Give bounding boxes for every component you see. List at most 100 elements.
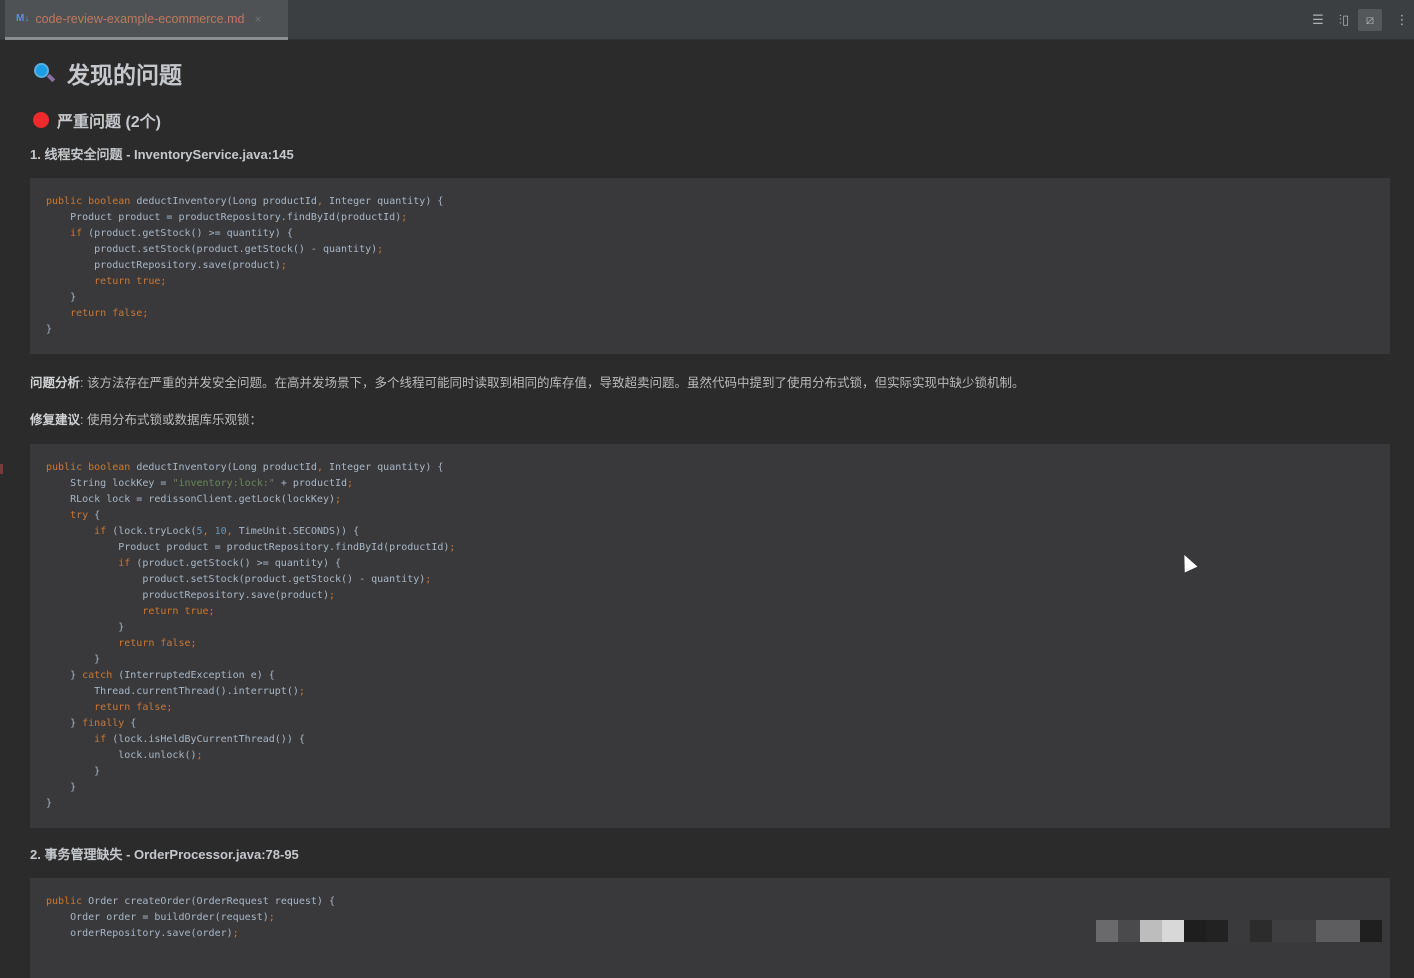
code-token: deductInventory(Long productId — [136, 462, 317, 473]
close-tab-icon[interactable]: × — [254, 12, 261, 26]
suggestion-text: : 使用分布式锁或数据库乐观锁： — [80, 413, 262, 427]
code-line: if (lock.tryLock(5, 10, TimeUnit.SECONDS… — [46, 524, 1374, 540]
code-token: TimeUnit.SECONDS)) { — [238, 526, 360, 537]
code-token: Integer quantity) { — [328, 462, 444, 473]
code-line: } — [46, 796, 1374, 812]
code-token: ; — [328, 590, 335, 601]
code-token: } — [46, 324, 53, 335]
code-token: } — [46, 766, 101, 777]
code-token: ; — [449, 542, 456, 553]
code-line: } catch (InterruptedException e) { — [46, 668, 1374, 684]
code-line: if (lock.isHeldByCurrentThread()) { — [46, 732, 1374, 748]
code-token: return true; — [46, 606, 215, 617]
code-token: } — [46, 654, 101, 665]
code-line: } — [46, 652, 1374, 668]
mosaic-tile — [1250, 920, 1272, 942]
code-token: if — [46, 558, 137, 569]
code-token: Product product = productRepository.find… — [46, 212, 402, 223]
code-token: lock.unlock() — [46, 750, 197, 761]
code-token: return false; — [46, 702, 173, 713]
code-token: try — [46, 510, 95, 521]
mosaic-tile — [1316, 920, 1338, 942]
code-token: if — [46, 228, 89, 239]
mosaic-tile — [1228, 920, 1250, 942]
code-token: } — [46, 292, 77, 303]
watermark-mosaic — [1096, 920, 1382, 942]
issue-title: 1. 线程安全问题 - InventoryService.java:145 — [30, 147, 294, 162]
code-token: Thread.currentThread().interrupt() — [46, 686, 299, 697]
code-token: (product.getStock() >= quantity) { — [136, 558, 342, 569]
suggestion-paragraph: 修复建议: 使用分布式锁或数据库乐观锁： — [30, 409, 262, 428]
code-line: Product product = productRepository.find… — [46, 210, 1374, 226]
code-line: try { — [46, 508, 1374, 524]
code-token: Integer quantity) { — [328, 196, 444, 207]
code-token: } — [46, 622, 125, 633]
code-token: if — [46, 526, 113, 537]
code-token: product.setStock(product.getStock() - qu… — [46, 244, 378, 255]
code-line: return false; — [46, 700, 1374, 716]
suggestion-label: 修复建议 — [30, 413, 81, 427]
code-line: return true; — [46, 274, 1374, 290]
mosaic-tile — [1140, 920, 1162, 942]
code-line: return true; — [46, 604, 1374, 620]
mosaic-tile — [1294, 920, 1316, 942]
code-token: RLock lock = redissonClient.getLock(lock… — [46, 494, 335, 505]
markdown-file-icon: M↓ — [16, 13, 30, 24]
code-token: (InterruptedException e) { — [118, 670, 275, 681]
code-token: (lock.isHeldByCurrentThread()) { — [112, 734, 305, 745]
code-token: return false; — [46, 308, 149, 319]
heading-text: 发现的问题 — [67, 62, 182, 88]
code-token: ; — [425, 574, 432, 585]
code-line: Product product = productRepository.find… — [46, 540, 1374, 556]
code-token: finally — [82, 718, 131, 729]
code-line: product.setStock(product.getStock() - qu… — [46, 242, 1374, 258]
code-token: , — [316, 462, 329, 473]
code-token: ; — [334, 494, 342, 505]
code-token: ; — [268, 912, 275, 923]
code-token: } — [46, 782, 77, 793]
code-line: } finally { — [46, 716, 1374, 732]
mosaic-tile — [1118, 920, 1140, 942]
code-token: ; — [401, 212, 408, 223]
code-line: Thread.currentThread().interrupt(); — [46, 684, 1374, 700]
code-line: } — [46, 780, 1374, 796]
code-line: public Order createOrder(OrderRequest re… — [46, 894, 1374, 910]
code-token: (lock.tryLock( — [112, 526, 197, 537]
code-line: return false; — [46, 306, 1374, 322]
code-token: productRepository.save(product) — [46, 590, 329, 601]
code-line: String lockKey = "inventory:lock:" + pro… — [46, 476, 1374, 492]
code-token: ; — [347, 478, 354, 489]
code-token: product.setStock(product.getStock() - qu… — [46, 574, 426, 585]
code-line: } — [46, 322, 1374, 338]
analysis-paragraph: 问题分析: 该方法存在严重的并发安全问题。在高并发场景下，多个线程可能同时读取到… — [30, 372, 1024, 391]
split-view-button[interactable]: ⫶▯ — [1332, 9, 1356, 31]
code-token: return true; — [46, 276, 167, 287]
code-token: + productId — [274, 478, 348, 489]
code-line: product.setStock(product.getStock() - qu… — [46, 572, 1374, 588]
preview-only-button[interactable]: ⧄ — [1358, 9, 1382, 31]
code-token: return false; — [46, 638, 197, 649]
code-token: deductInventory(Long productId — [136, 196, 317, 207]
analysis-label: 问题分析 — [30, 376, 81, 390]
code-token: , — [316, 196, 329, 207]
editor-tab-bar: M↓ code-review-example-ecommerce.md × ☰ … — [0, 0, 1414, 40]
code-line: return false; — [46, 636, 1374, 652]
code-token: } — [46, 798, 53, 809]
gutter-marker — [0, 464, 3, 474]
page-heading: 发现的问题 — [33, 56, 182, 90]
code-line: public boolean deductInventory(Long prod… — [46, 194, 1374, 210]
code-token: catch — [82, 670, 119, 681]
mosaic-tile — [1184, 920, 1206, 942]
editor-only-button[interactable]: ☰ — [1306, 9, 1330, 31]
section-heading: 严重问题 (2个) — [33, 108, 161, 132]
view-toolbar: ☰ ⫶▯ ⧄ ⋮ — [1304, 0, 1414, 40]
code-token: "inventory:lock:" — [172, 478, 275, 489]
code-token: ; — [196, 750, 203, 761]
code-line: } — [46, 620, 1374, 636]
issue-title: 2. 事务管理缺失 - OrderProcessor.java:78-95 — [30, 847, 299, 862]
mosaic-tile — [1272, 920, 1294, 942]
file-tab[interactable]: M↓ code-review-example-ecommerce.md × — [5, 0, 288, 40]
mosaic-tile — [1162, 920, 1184, 942]
more-options-icon[interactable]: ⋮ — [1390, 9, 1414, 31]
code-token: public boolean — [46, 196, 137, 207]
